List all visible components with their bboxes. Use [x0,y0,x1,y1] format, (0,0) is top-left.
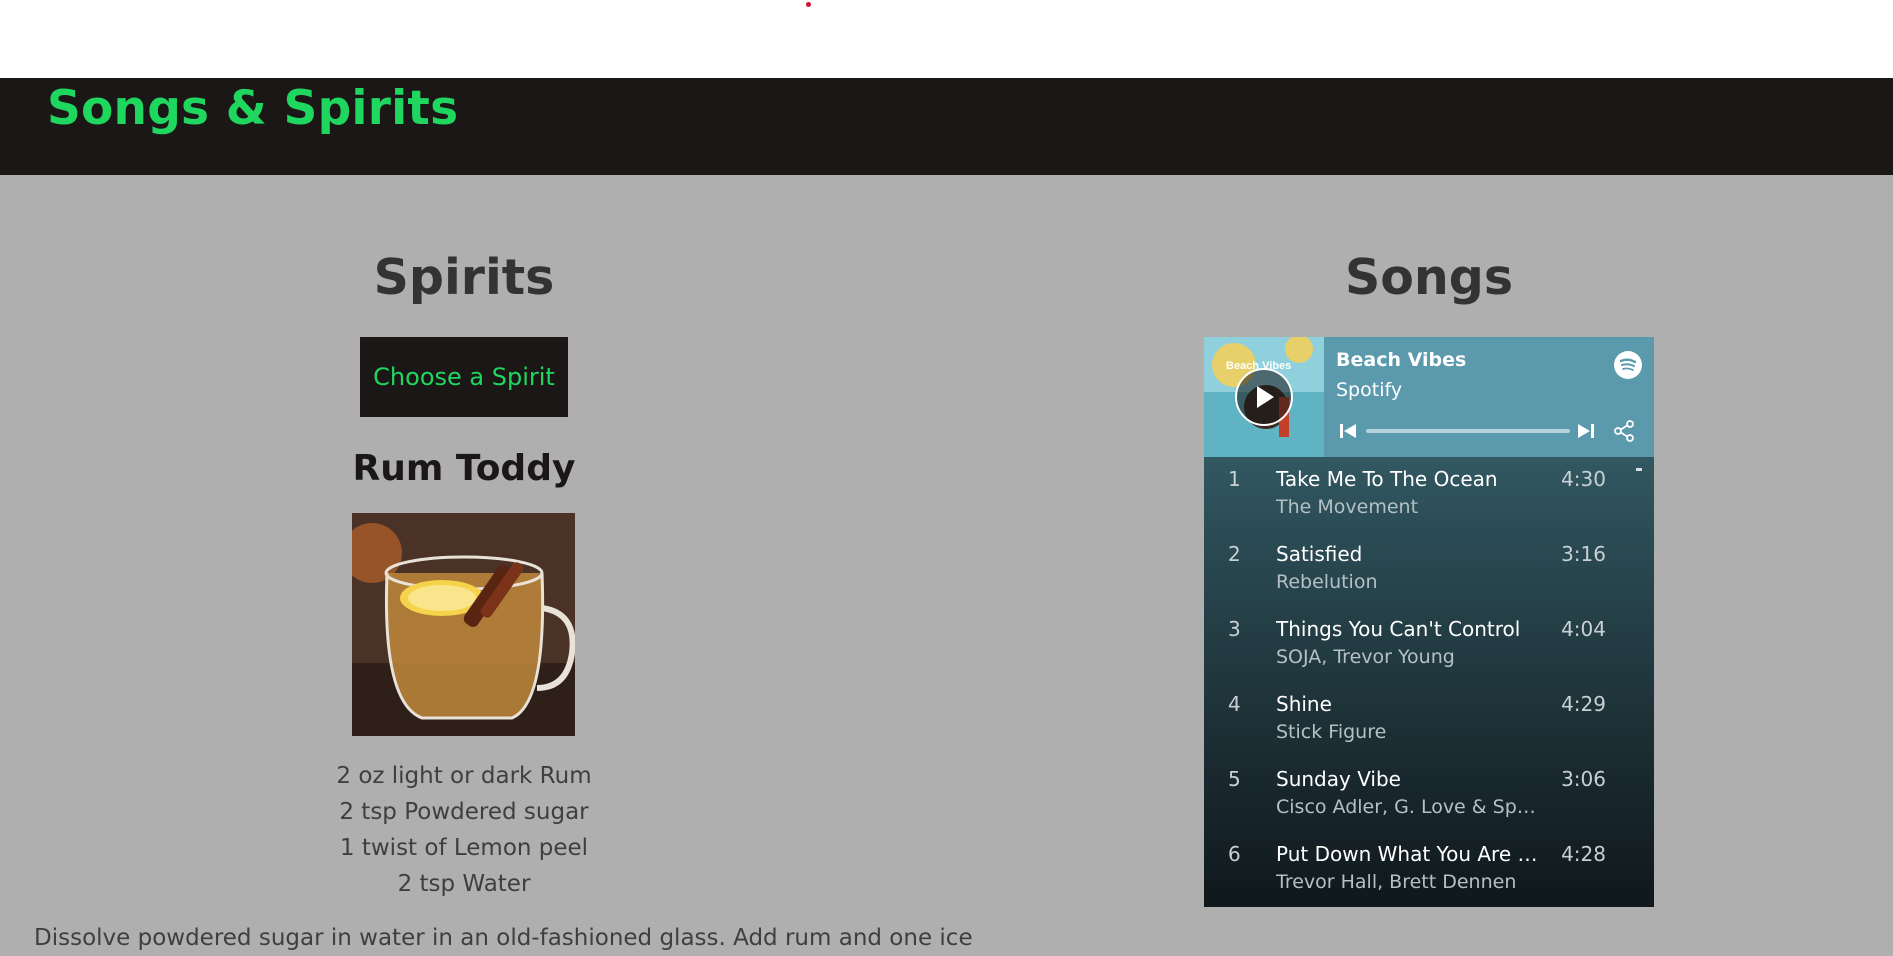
track-artist: The Movement [1276,496,1419,518]
choose-spirit-button[interactable]: Choose a Spirit [360,337,568,417]
ingredient-item: 2 tsp Water [397,871,531,897]
skip-back-icon [1340,424,1356,438]
track-number: 4 [1228,692,1241,716]
track-name: Shine [1276,692,1332,716]
track-artist: Rebelution [1276,571,1378,593]
share-icon [1614,420,1634,442]
track-list: 1 Take Me To The Ocean The Movement 4:30… [1204,457,1654,907]
track-number: 3 [1228,617,1241,641]
ingredient-item: 2 oz light or dark Rum [336,763,592,789]
brand-title[interactable]: Songs & Spirits [47,78,458,140]
track-artist: Stick Figure [1276,721,1387,743]
track-duration: 3:16 [1561,542,1606,566]
track-duration: 3:06 [1561,767,1606,791]
track-row[interactable]: 2 Satisfied Rebelution 3:16 [1204,532,1654,607]
track-duration: 4:30 [1561,467,1606,491]
spirits-heading: Spirits [373,249,555,306]
track-row[interactable]: 6 Put Down What You Are Carrying Trevor … [1204,832,1654,907]
track-name: Satisfied [1276,542,1363,566]
ingredient-item: 1 twist of Lemon peel [339,835,589,861]
playlist-title[interactable]: Beach Vibes [1336,349,1466,371]
track-name: Things You Can't Control [1276,617,1521,641]
next-track-button[interactable] [1576,421,1596,441]
drink-name: Rum Toddy [352,448,576,489]
track-name: Take Me To The Ocean [1276,467,1498,491]
scrollbar[interactable] [1636,468,1642,471]
progress-bar[interactable] [1366,429,1570,433]
playlist-owner[interactable]: Spotify [1336,379,1402,401]
track-name: Sunday Vibe [1276,767,1401,791]
track-row[interactable]: 5 Sunday Vibe Cisco Adler, G. Love & Spe… [1204,757,1654,832]
songs-heading: Songs [1344,249,1514,306]
track-duration: 4:28 [1561,842,1606,866]
ingredient-item: 2 tsp Powdered sugar [339,799,589,825]
track-number: 5 [1228,767,1241,791]
play-icon [1257,386,1274,408]
indicator-dot [806,2,811,7]
top-bar [0,0,1893,78]
drink-image [352,513,575,736]
track-number: 2 [1228,542,1241,566]
track-row[interactable]: 1 Take Me To The Ocean The Movement 4:30 [1204,457,1654,532]
track-row[interactable]: 4 Shine Stick Figure 4:29 [1204,682,1654,757]
ingredient-list: 2 oz light or dark Rum 2 tsp Powdered su… [300,758,628,902]
spotify-logo-icon[interactable] [1614,351,1642,379]
track-artist: Cisco Adler, G. Love & Special Sauce [1276,796,1542,818]
spotify-player[interactable]: Beach Vibes Beach Vibes Spotify 1 Take M… [1204,337,1654,907]
previous-track-button[interactable] [1338,421,1358,441]
track-row[interactable]: 3 Things You Can't Control SOJA, Trevor … [1204,607,1654,682]
instructions-text: Dissolve powdered sugar in water in an o… [34,925,973,951]
share-button[interactable] [1612,419,1636,443]
skip-forward-icon [1578,424,1594,438]
track-number: 6 [1228,842,1241,866]
track-duration: 4:29 [1561,692,1606,716]
track-artist: SOJA, Trevor Young [1276,646,1455,668]
track-number: 1 [1228,467,1241,491]
track-artist: Trevor Hall, Brett Dennen [1276,871,1517,893]
play-button[interactable] [1235,368,1293,426]
track-duration: 4:04 [1561,617,1606,641]
track-name: Put Down What You Are Carrying [1276,842,1542,866]
